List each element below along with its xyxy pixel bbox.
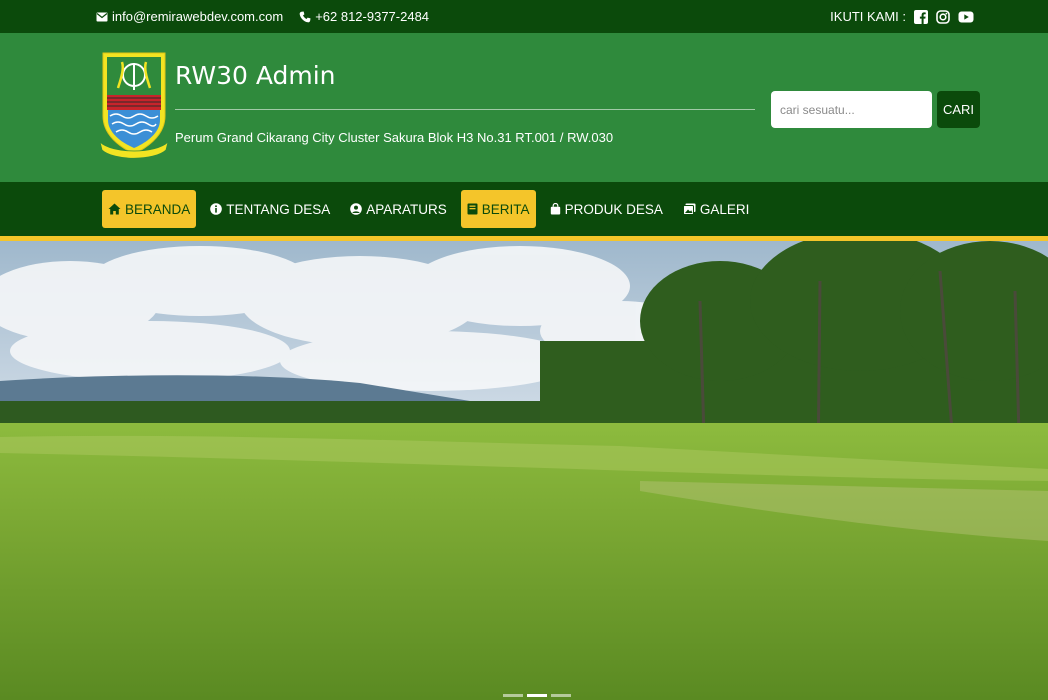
- email-text: info@remirawebdev.com.com: [112, 9, 284, 24]
- nav-item-produk-desa[interactable]: PRODUK DESA: [544, 190, 669, 228]
- nav-item-beranda[interactable]: BERANDA: [102, 190, 197, 228]
- images-icon: [682, 203, 696, 215]
- envelope-icon: [96, 12, 108, 21]
- regency-emblem-logo[interactable]: [98, 50, 170, 164]
- title-divider: [175, 109, 755, 110]
- nav-label: BERANDA: [125, 201, 191, 217]
- nav-label: BERITA: [481, 201, 530, 217]
- social-links: IKUTI KAMI :: [830, 0, 974, 33]
- book-icon: [467, 203, 478, 215]
- phone-text: +62 812-9377-2484: [315, 9, 430, 24]
- youtube-icon[interactable]: [958, 10, 974, 24]
- top-bar: info@remirawebdev.com.com +62 812-9377-2…: [0, 0, 1048, 33]
- home-icon: [108, 203, 121, 215]
- site-address: Perum Grand Cikarang City Cluster Sakura…: [175, 130, 614, 145]
- nav-label: APARATURS: [366, 201, 447, 217]
- search-button[interactable]: CARI: [937, 91, 980, 128]
- nav-label: PRODUK DESA: [564, 201, 663, 217]
- nav-label: TENTANG DESA: [226, 201, 331, 217]
- phone-contact[interactable]: +62 812-9377-2484: [299, 9, 429, 24]
- facebook-icon[interactable]: [914, 9, 928, 24]
- user-circle-icon: [350, 203, 363, 215]
- shopping-bag-icon: [550, 203, 560, 215]
- nav-item-aparaturs[interactable]: APARATURS: [344, 190, 453, 228]
- search-input[interactable]: [771, 91, 932, 128]
- site-title[interactable]: RW30 Admin: [175, 61, 336, 90]
- slide-indicator-active[interactable]: [527, 694, 547, 697]
- nav-item-berita[interactable]: BERITA: [460, 190, 536, 228]
- email-contact[interactable]: info@remirawebdev.com.com: [96, 9, 283, 24]
- slider-indicators: [503, 694, 571, 697]
- instagram-icon[interactable]: [936, 9, 950, 24]
- hero-slider[interactable]: [0, 241, 1048, 700]
- site-header: RW30 Admin Perum Grand Cikarang City Clu…: [0, 33, 1048, 182]
- phone-icon: [299, 11, 311, 22]
- follow-label: IKUTI KAMI :: [830, 9, 906, 24]
- main-nav: BERANDA TENTANG DESA APARATURS BERITA PR…: [0, 182, 1048, 236]
- slide-indicator[interactable]: [503, 694, 523, 697]
- nav-item-galeri[interactable]: GALERI: [677, 190, 756, 228]
- info-icon: [210, 203, 223, 215]
- slide-indicator[interactable]: [551, 694, 571, 697]
- contact-info: info@remirawebdev.com.com +62 812-9377-2…: [96, 0, 429, 33]
- nav-item-tentang-desa[interactable]: TENTANG DESA: [204, 190, 336, 228]
- nav-label: GALERI: [699, 201, 750, 217]
- rice-field-landscape-photo: [0, 241, 1048, 700]
